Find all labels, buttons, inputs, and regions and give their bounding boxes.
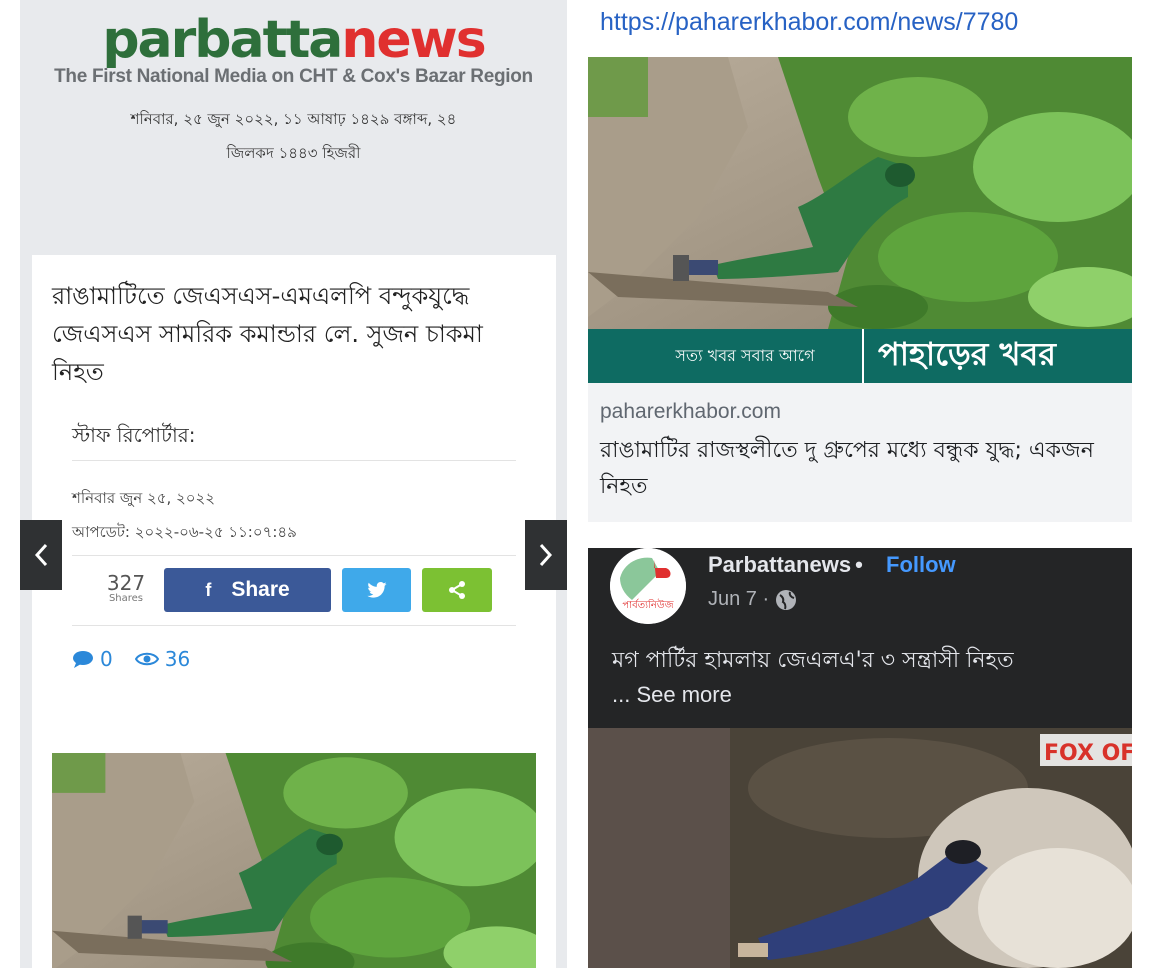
comment-count[interactable]: 0: [100, 647, 113, 671]
previous-slide-button[interactable]: [20, 520, 62, 590]
link-preview-card[interactable]: সত্য খবর সবার আগে পাহাড়ের খবর paharerkh…: [588, 57, 1132, 522]
banner-slogan: সত্য খবর সবার আগে: [675, 345, 815, 365]
preview-banner: সত্য খবর সবার আগে পাহাড়ের খবর: [588, 329, 1132, 383]
logo-part2: news: [341, 10, 486, 70]
follow-button[interactable]: Follow: [886, 552, 956, 578]
avatar-text: পার্বত্যনিউজ: [622, 598, 674, 611]
facebook-share-button[interactable]: f Share: [164, 568, 331, 612]
preview-photo: [588, 57, 1132, 329]
post-image[interactable]: FOX OF: [588, 728, 1132, 968]
hijri-date-line: জিলকদ ১৪৪৩ হিজরী: [226, 144, 361, 162]
article-headline: রাঙামাটিতে জেএসএস-এমএলপি বন্দুকযুদ্ধে জে…: [52, 282, 483, 386]
twitter-share-button[interactable]: [342, 568, 411, 612]
banner-brand: পাহাড়ের খবর: [878, 335, 1056, 373]
twitter-icon: [366, 582, 387, 598]
post-text: মগ পার্টির হামলায় জেএলএ'র ৩ সন্ত্রাসী ন…: [612, 644, 1122, 712]
page-avatar[interactable]: পার্বত্যনিউজ: [610, 548, 686, 624]
article-updated-time: আপডেট: ২০২২-০৬-২৫ ১১:০৭:৪৯: [72, 523, 297, 541]
website-panel: parbattanews The First National Media on…: [20, 0, 567, 968]
chevron-right-icon: [539, 543, 553, 567]
next-slide-button[interactable]: [525, 520, 567, 590]
share-icon: [449, 581, 465, 599]
generic-share-button[interactable]: [422, 568, 492, 612]
preview-domain: paharerkhabor.com: [600, 400, 781, 423]
banner-divider: [862, 329, 864, 383]
page-name: Parbattanews: [708, 552, 852, 577]
divider: [72, 460, 516, 461]
share-count-value: 327: [106, 571, 146, 595]
divider: [72, 625, 516, 626]
eye-icon: [134, 652, 159, 666]
facebook-post: পার্বত্যনিউজ Parbattanews • Follow Jun 7 …: [588, 548, 1132, 968]
logo-tagline: The First National Media on CHT & Cox's …: [54, 66, 533, 87]
article-stats: 0 36: [72, 647, 190, 671]
article-card: রাঙামাটিতে জেএসএস-এমএলপি বন্দুকযুদ্ধে জে…: [32, 255, 556, 968]
post-timestamp[interactable]: Jun 7 ·: [708, 588, 797, 611]
article-published-date: শনিবার জুন ২৫, ২০২২: [72, 489, 216, 507]
site-logo[interactable]: parbattanews The First National Media on…: [20, 8, 567, 88]
article-photo[interactable]: [52, 753, 536, 968]
divider: [72, 555, 516, 556]
facebook-share-label: Share: [231, 578, 290, 601]
chevron-left-icon: [34, 543, 48, 567]
name-separator: •: [855, 552, 863, 577]
post-time: Jun 7 ·: [708, 588, 770, 610]
share-count-label: Shares: [108, 593, 144, 604]
image-watermark: FOX OF: [1044, 741, 1132, 766]
view-count: 36: [164, 647, 191, 671]
facebook-icon: f: [205, 579, 212, 600]
date-line: শনিবার, ২৫ জুন ২০২২, ১১ আষাঢ় ১৪২৯ বঙ্গা…: [130, 110, 457, 128]
globe-icon: [776, 589, 797, 610]
shared-link-url[interactable]: https://paharerkhabor.com/news/7780: [600, 8, 1018, 37]
article-byline: স্টাফ রিপোর্টার:: [72, 423, 196, 447]
page-name-link[interactable]: Parbattanews •: [708, 552, 867, 578]
post-body: মগ পার্টির হামলায় জেএলএ'র ৩ সন্ত্রাসী ন…: [612, 648, 1014, 673]
share-counter: 327 Shares: [92, 573, 160, 604]
preview-title[interactable]: রাঙামাটির রাজস্থলীতে দু গ্রুপের মধ্যে বন…: [600, 433, 1120, 505]
see-more-link[interactable]: ... See more: [612, 678, 1122, 712]
logo-part1: parbatta: [102, 10, 343, 70]
comment-icon: [73, 651, 93, 668]
